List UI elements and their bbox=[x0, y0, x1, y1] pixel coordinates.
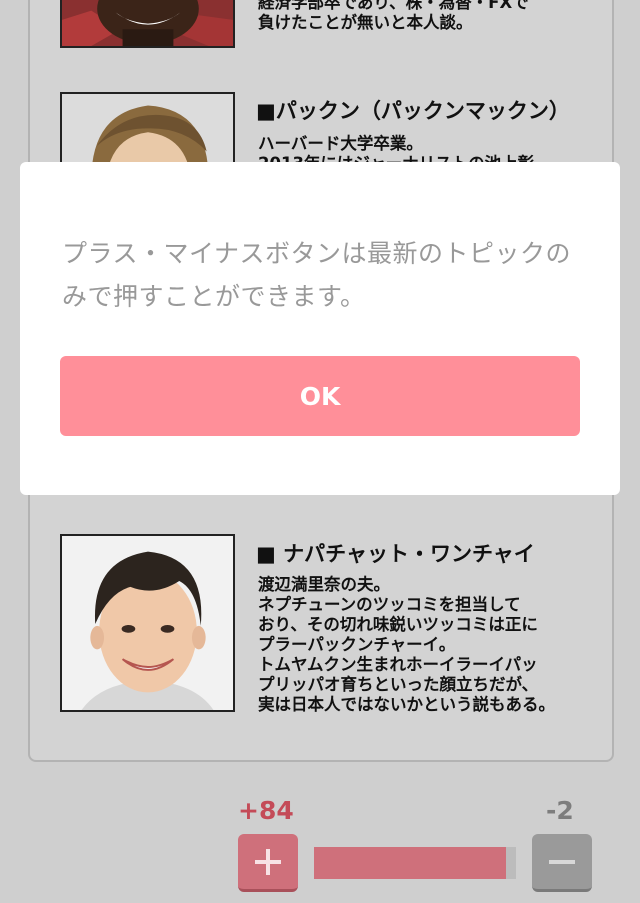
vote-restriction-dialog: プラス・マイナスボタンは最新のトピックのみで押すことができます。 OK bbox=[20, 162, 620, 495]
ok-button[interactable]: OK bbox=[60, 356, 580, 436]
dialog-message: プラス・マイナスボタンは最新のトピックのみで押すことができます。 bbox=[62, 239, 572, 311]
